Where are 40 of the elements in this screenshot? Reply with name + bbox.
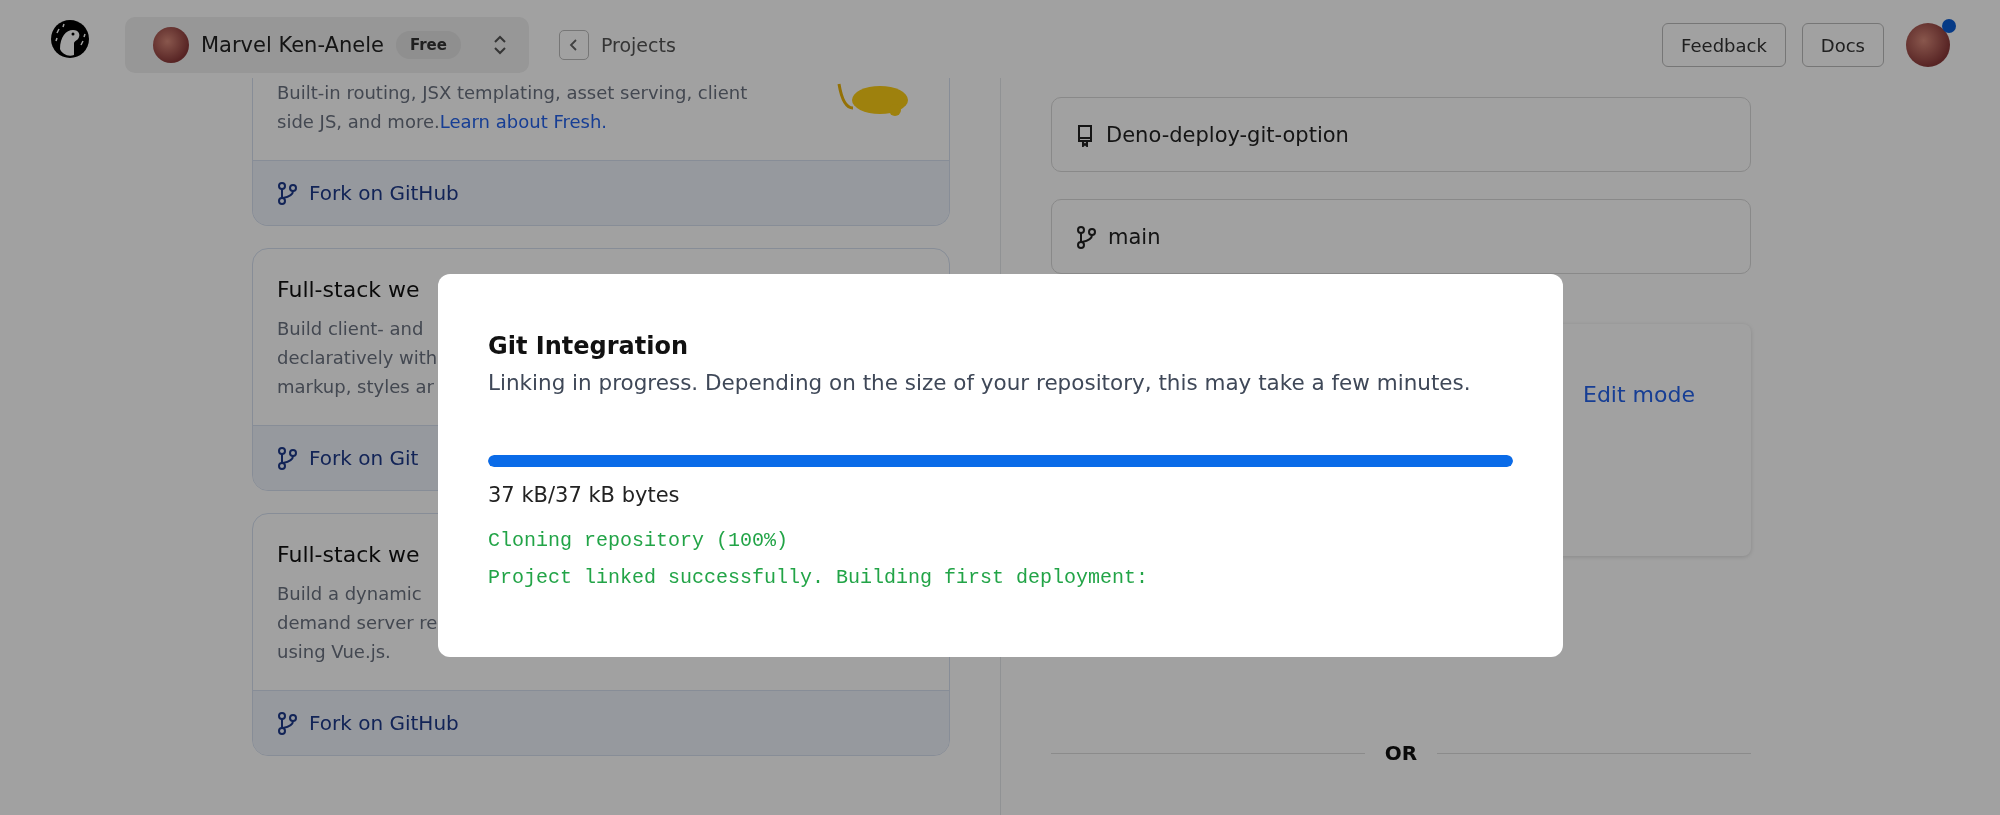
chevron-updown-icon (492, 34, 507, 56)
template-title: Full-stack we (277, 277, 421, 302)
or-divider: OR (1384, 741, 1418, 765)
branch-icon (277, 181, 297, 205)
progress-reading: 37 kB/37 kB bytes (488, 483, 681, 507)
learn-link[interactable]: Learn about Fresh. (439, 111, 608, 132)
user-avatar-icon[interactable] (1906, 23, 1950, 67)
template-description: declaratively with (277, 347, 438, 368)
edit-mode-link[interactable]: Edit mode (1583, 382, 1695, 556)
template-description: markup, styles ar (277, 376, 434, 397)
back-button[interactable] (558, 30, 589, 60)
branch-icon (1076, 224, 1096, 249)
fork-link[interactable]: Fork on GitHub (277, 711, 459, 735)
workspace-name: Marvel Ken-Anele (201, 33, 384, 57)
avatar-icon (153, 27, 189, 63)
log-line: Cloning repository (100%) (488, 529, 790, 552)
log-line: Project linked successfully. Building first deployment: (488, 566, 1150, 589)
template-description: Build client- and (277, 318, 424, 339)
modal-message: Linking in progress. Depending on the size of your repository, this may take a few minutes. (488, 370, 1472, 395)
plan-badge: Free (395, 31, 461, 59)
chevron-left-icon (569, 39, 577, 51)
branch-icon (277, 446, 297, 470)
deno-logo-icon[interactable] (50, 19, 90, 59)
template-title: Full-stack we (277, 542, 421, 567)
header-button[interactable]: Docs (1801, 23, 1884, 67)
modal-title: Git Integration (488, 332, 689, 360)
projects-link[interactable]: Projects (600, 34, 676, 56)
template-description: Build a dynamic (277, 583, 422, 604)
template-description: using Vue.js. (277, 641, 391, 662)
template-description: Built-in routing, JSX templating, asset serving, client (277, 82, 748, 103)
fork-link[interactable]: Fork on Git (277, 446, 419, 470)
repository-field[interactable]: Deno-deploy-git-option (1051, 97, 1751, 172)
repository-icon (1076, 122, 1094, 147)
header-button[interactable]: Feedback (1662, 23, 1786, 67)
template-description: demand server re (277, 612, 438, 633)
template-description: side JS, and more. (277, 111, 440, 132)
branch-field[interactable]: main (1051, 199, 1751, 274)
workspace-switcher[interactable]: Marvel Ken-Anele Free (125, 17, 529, 73)
fork-link[interactable]: Fork on GitHub (277, 181, 459, 205)
branch-icon (277, 711, 297, 735)
